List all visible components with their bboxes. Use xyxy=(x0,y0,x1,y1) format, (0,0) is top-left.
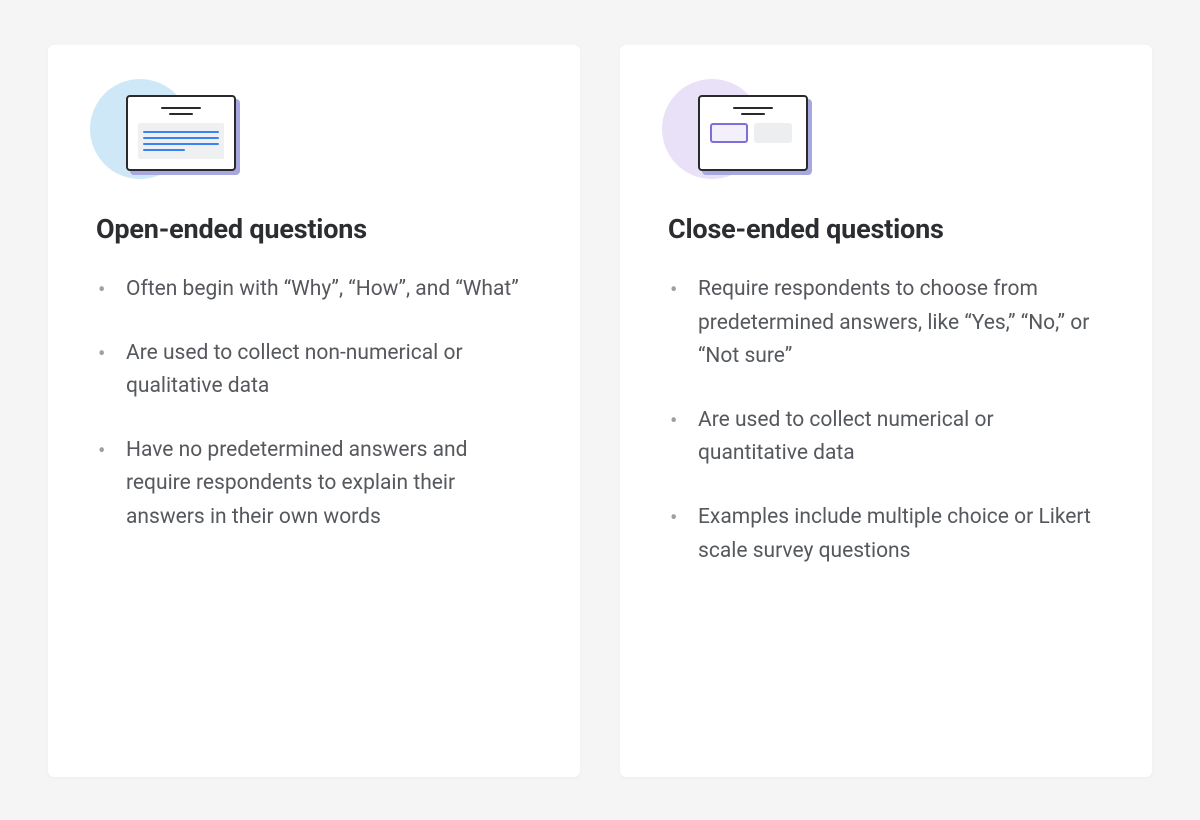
form-subtitle-line xyxy=(169,113,193,115)
open-answer-block xyxy=(138,123,224,159)
close-ended-card: Close-ended questions Require respondent… xyxy=(620,45,1152,777)
list-item: Often begin with “Why”, “How”, and “What… xyxy=(96,273,532,307)
close-ended-points: Require respondents to choose from prede… xyxy=(668,273,1104,568)
list-item: Have no predetermined answers and requir… xyxy=(96,434,532,535)
list-item: Require respondents to choose from prede… xyxy=(668,273,1104,374)
close-form-icon xyxy=(698,95,808,171)
list-item: Examples include multiple choice or Like… xyxy=(668,501,1104,568)
list-item: Are used to collect numerical or quantit… xyxy=(668,404,1104,471)
open-form-icon xyxy=(126,95,236,171)
text-line-icon xyxy=(143,149,185,151)
open-ended-card: Open-ended questions Often begin with “W… xyxy=(48,45,580,777)
text-line-icon xyxy=(143,143,219,145)
open-ended-points: Often begin with “Why”, “How”, and “What… xyxy=(96,273,532,535)
text-line-icon xyxy=(143,131,219,133)
comparison-cards-row: Open-ended questions Often begin with “W… xyxy=(48,45,1152,777)
close-ended-title: Close-ended questions xyxy=(668,213,1104,245)
choice-row-icon xyxy=(710,123,796,143)
open-ended-icon xyxy=(96,85,532,185)
form-subtitle-line xyxy=(741,113,765,115)
close-ended-icon xyxy=(668,85,1104,185)
text-line-icon xyxy=(143,137,219,139)
form-title-line xyxy=(161,107,201,109)
list-item: Are used to collect non-numerical or qua… xyxy=(96,337,532,404)
unselected-choice-icon xyxy=(754,123,792,143)
selected-choice-icon xyxy=(710,123,748,143)
open-ended-title: Open-ended questions xyxy=(96,213,532,245)
form-title-line xyxy=(733,107,773,109)
